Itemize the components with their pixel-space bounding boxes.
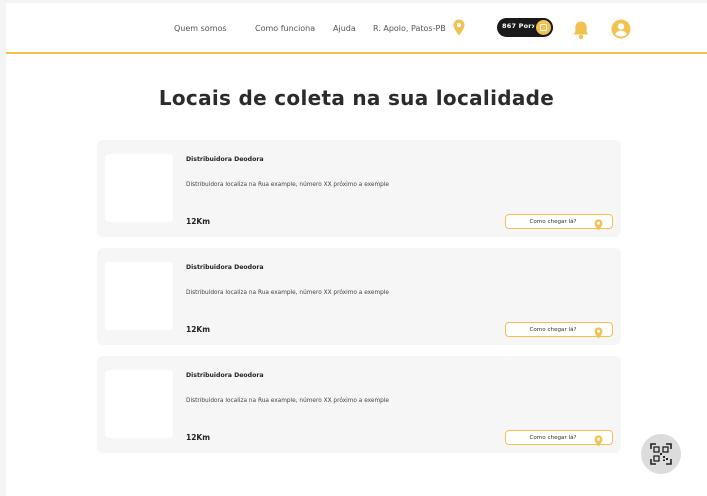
location-description: Distribuidora localiza na Rua example, n… — [186, 290, 389, 296]
location-thumbnail — [105, 262, 173, 330]
page: Quem somos Como funciona Ajuda R. Apolo,… — [6, 3, 707, 496]
location-distance: 12Km — [186, 433, 211, 442]
points-value: 867 Porx — [502, 22, 537, 30]
how-to-get-there-button[interactable]: Como chegar lá? — [505, 214, 613, 231]
location-card: Distribuidora Deodora Distribuidora loca… — [97, 356, 621, 453]
top-navbar: Quem somos Como funciona Ajuda R. Apolo,… — [6, 3, 707, 54]
page-title: Locais de coleta na sua localidade — [158, 86, 555, 110]
user-avatar-icon[interactable] — [611, 19, 631, 43]
location-card: Distribuidora Deodora Distribuidora loca… — [97, 248, 621, 345]
location-pin-icon[interactable] — [453, 19, 465, 40]
location-pin-icon — [594, 432, 603, 451]
qr-code-icon — [650, 443, 672, 465]
location-thumbnail — [105, 154, 173, 222]
points-balance[interactable]: 867 Porx — [497, 18, 553, 37]
how-to-get-there-button[interactable]: Como chegar lá? — [505, 430, 613, 447]
how-to-get-there-button[interactable]: Como chegar lá? — [505, 322, 613, 339]
nav-ajuda[interactable]: Ajuda — [333, 24, 356, 33]
location-label[interactable]: R. Apolo, Patos-PB — [373, 24, 446, 33]
location-pin-icon — [594, 324, 603, 343]
location-distance: 12Km — [186, 217, 211, 226]
route-button-label: Como chegar lá? — [529, 326, 577, 333]
nav-quem-somos[interactable]: Quem somos — [174, 24, 227, 33]
route-button-label: Como chegar lá? — [529, 218, 577, 225]
location-description: Distribuidora localiza na Rua example, n… — [186, 182, 389, 188]
location-card: Distribuidora Deodora Distribuidora loca… — [97, 140, 621, 237]
qr-scan-button[interactable] — [641, 434, 681, 474]
location-description: Distribuidora localiza na Rua example, n… — [186, 398, 389, 404]
location-name: Distribuidora Deodora — [186, 156, 264, 163]
location-pin-icon — [594, 216, 603, 235]
bell-icon[interactable] — [571, 20, 591, 44]
nav-como-funciona[interactable]: Como funciona — [255, 24, 315, 33]
location-name: Distribuidora Deodora — [186, 372, 264, 379]
location-name: Distribuidora Deodora — [186, 264, 264, 271]
route-button-label: Como chegar lá? — [529, 434, 577, 441]
location-distance: 12Km — [186, 325, 211, 334]
wallet-icon — [534, 18, 553, 37]
location-thumbnail — [105, 370, 173, 438]
